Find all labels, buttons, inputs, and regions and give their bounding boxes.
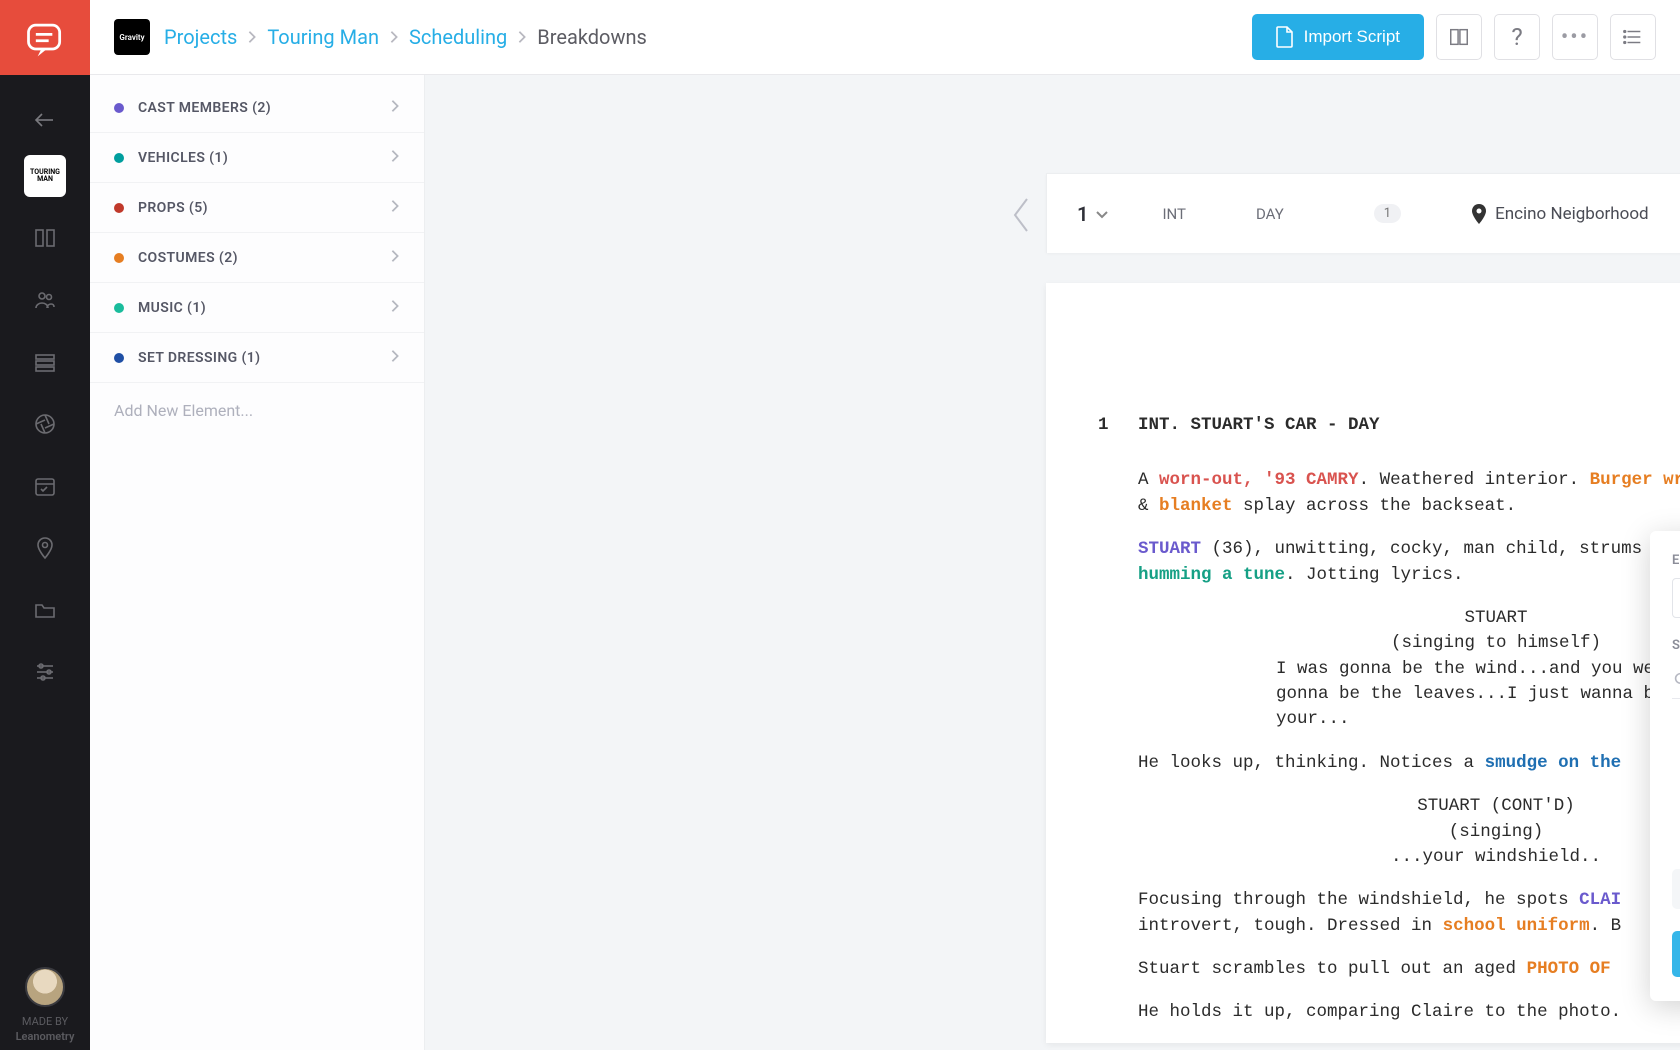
tag-costume: school uniform [1443, 916, 1590, 936]
scene-count-badge: 1 [1374, 204, 1401, 223]
more-button[interactable]: ••• [1552, 14, 1598, 60]
rail-list-icon[interactable] [24, 341, 66, 383]
category-label: VEHICLES (1) [138, 150, 390, 166]
settings-list-button[interactable] [1610, 14, 1656, 60]
action-line[interactable]: He looks up, thinking. Notices a smudge … [1138, 751, 1680, 776]
element-name-label: ELEMENT NAME [1672, 553, 1680, 568]
topbar: Gravity Projects Touring Man Scheduling … [90, 0, 1680, 75]
add-element-popover: ELEMENT NAME ✕ QTY SELECT CATEGORY [1650, 531, 1680, 1001]
dialogue-block[interactable]: STUART (CONT'D) (singing) ...your windsh… [1138, 794, 1680, 870]
category-option[interactable]: Props [1672, 869, 1680, 909]
dot-icon [114, 303, 124, 313]
left-rail: TOURINGMAN MADE BY Leanometry [0, 0, 90, 1050]
int-ext-label[interactable]: INT [1162, 205, 1186, 223]
tag-prop: Burger wrappers [1590, 470, 1680, 490]
breadcrumb: Projects Touring Man Scheduling Breakdow… [164, 25, 647, 49]
rail-location-icon[interactable] [24, 527, 66, 569]
chevron-right-icon [390, 248, 400, 267]
user-avatar[interactable] [25, 967, 65, 1007]
crumb-project-name[interactable]: Touring Man [267, 25, 379, 49]
project-thumb[interactable]: Gravity [114, 19, 150, 55]
category-label: SET DRESSING (1) [138, 350, 390, 366]
chevron-right-icon [390, 298, 400, 317]
rail-project-thumb[interactable]: TOURINGMAN [24, 155, 66, 197]
category-label: COSTUMES (2) [138, 250, 390, 266]
compare-view-button[interactable] [1436, 14, 1482, 60]
help-button[interactable]: ? [1494, 14, 1540, 60]
crumb-projects[interactable]: Projects [164, 25, 237, 49]
scene-dropdown-icon[interactable] [1096, 204, 1108, 223]
action-line[interactable]: He holds it up, comparing Claire to the … [1138, 1000, 1680, 1025]
tag-character: CLAI [1579, 890, 1621, 910]
search-icon [1674, 672, 1680, 688]
chevron-right-icon [517, 30, 527, 44]
crumb-current: Breakdowns [537, 25, 647, 49]
element-name-input[interactable] [1672, 578, 1680, 618]
brand-logo[interactable] [0, 0, 90, 75]
rail-folder-icon[interactable] [24, 589, 66, 631]
category-option[interactable]: Vehicles [1672, 829, 1680, 869]
category-option[interactable]: Stunts [1672, 789, 1680, 829]
sidebar-category[interactable]: CAST MEMBERS (2) [90, 83, 424, 133]
category-option[interactable]: Cast Members [1672, 709, 1680, 749]
rail-boards-icon[interactable] [24, 217, 66, 259]
tag-prop: blanket [1159, 496, 1233, 516]
crumb-scheduling[interactable]: Scheduling [409, 25, 507, 49]
category-label: CAST MEMBERS (2) [138, 100, 390, 116]
rail-sliders-icon[interactable] [24, 651, 66, 693]
category-label: MUSIC (1) [138, 300, 390, 316]
sidebar-category[interactable]: SET DRESSING (1) [90, 333, 424, 383]
dot-icon [114, 203, 124, 213]
chevron-right-icon [390, 148, 400, 167]
import-script-button[interactable]: Import Script [1252, 14, 1424, 60]
action-line[interactable]: A worn-out, '93 CAMRY. Weathered interio… [1138, 468, 1680, 519]
dot-icon [114, 153, 124, 163]
category-option[interactable]: Extras [1672, 749, 1680, 789]
back-arrow-icon[interactable] [24, 99, 66, 141]
tag-set-dressing: smudge on the [1485, 753, 1622, 773]
sidebar-category[interactable]: MUSIC (1) [90, 283, 424, 333]
dot-icon [114, 103, 124, 113]
rail-people-icon[interactable] [24, 279, 66, 321]
scene-location[interactable]: Encino Neigborhood [1471, 204, 1649, 224]
tag-prop: PHOTO OF [1527, 959, 1622, 979]
made-by-label: MADE BY Leanometry [16, 1015, 75, 1044]
add-new-element-input[interactable]: Add New Element... [90, 383, 424, 438]
scene-number[interactable]: 1 [1077, 202, 1088, 226]
scene-header: 1 INT DAY 1 Encino Neigborhood 5/8 [1046, 173, 1680, 253]
dialogue-block[interactable]: STUART (singing to himself) I was gonna … [1138, 606, 1680, 733]
chevron-right-icon [390, 98, 400, 117]
dot-icon [114, 253, 124, 263]
script-canvas: 1 INT DAY 1 Encino Neigborhood 5/8 1 INT… [425, 75, 1680, 1050]
tag-music: humming a tune [1138, 565, 1285, 585]
chevron-right-icon [390, 348, 400, 367]
pin-icon [1471, 204, 1487, 224]
action-line[interactable]: STUART (36), unwitting, cocky, man child… [1138, 537, 1680, 588]
chevron-right-icon [247, 30, 257, 44]
script-page[interactable]: 1 INT. STUART'S CAR - DAY 1 A worn-out, … [1046, 283, 1680, 1043]
category-list: Cast Members Extras Stunts Vehicles Prop… [1672, 709, 1680, 909]
tag-character: STUART [1138, 539, 1201, 559]
add-element-button[interactable]: Add Element [1672, 931, 1680, 977]
dot-icon [114, 353, 124, 363]
element-sidebar: CAST MEMBERS (2) VEHICLES (1) PROPS (5) … [90, 75, 425, 1050]
category-label: PROPS (5) [138, 200, 390, 216]
rail-calendar-icon[interactable] [24, 465, 66, 507]
select-category-label: SELECT CATEGORY [1672, 638, 1680, 653]
slug-number-left: 1 [1098, 413, 1138, 438]
action-line[interactable]: Focusing through the windshield, he spot… [1138, 888, 1680, 939]
document-icon [1276, 26, 1294, 48]
action-line[interactable]: Stuart scrambles to pull out an aged PHO… [1138, 957, 1680, 982]
chevron-right-icon [389, 30, 399, 44]
prev-scene-arrow[interactable] [999, 193, 1043, 237]
sidebar-category[interactable]: VEHICLES (1) [90, 133, 424, 183]
sidebar-category[interactable]: COSTUMES (2) [90, 233, 424, 283]
rail-aperture-icon[interactable] [24, 403, 66, 445]
sidebar-category[interactable]: PROPS (5) [90, 183, 424, 233]
chevron-right-icon [390, 198, 400, 217]
day-night-label[interactable]: DAY [1256, 205, 1284, 223]
scene-slug: INT. STUART'S CAR - DAY [1138, 413, 1680, 438]
tag-vehicle: worn-out, '93 CAMRY [1159, 470, 1359, 490]
